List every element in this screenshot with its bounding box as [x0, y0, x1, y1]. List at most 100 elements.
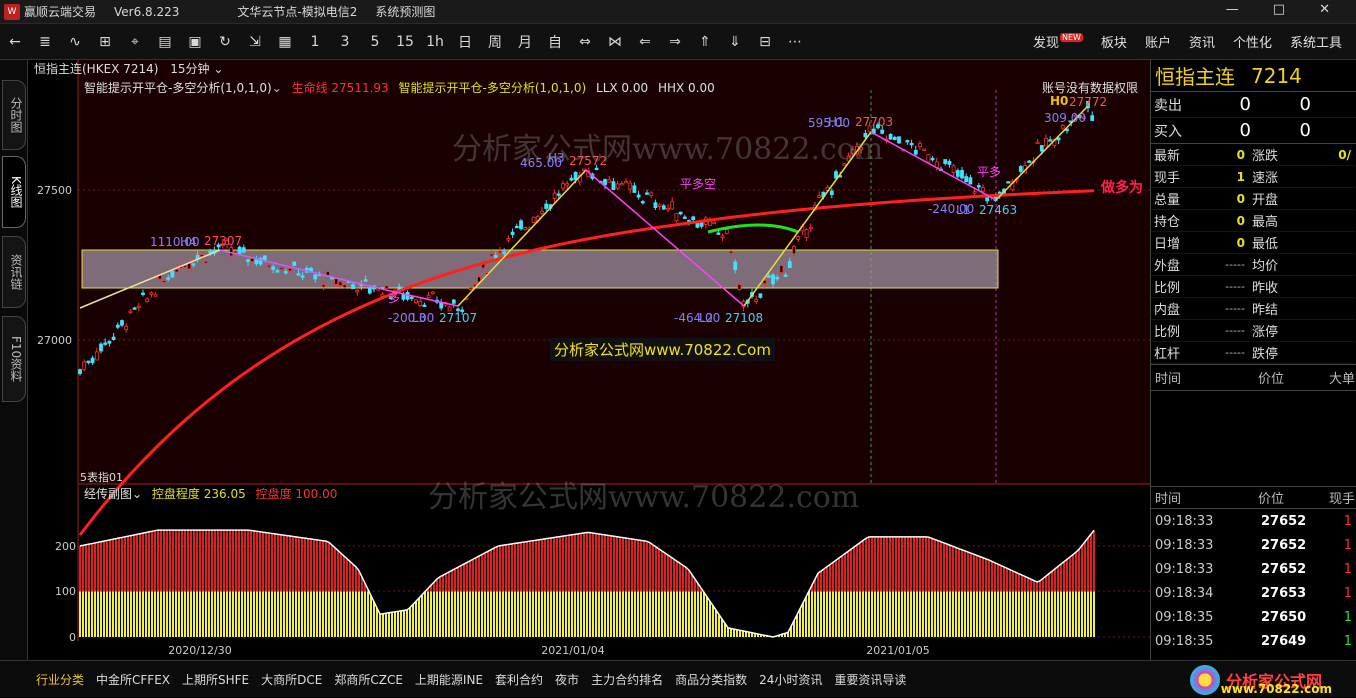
bid-volume: 0 — [1299, 120, 1311, 141]
market-tab-2[interactable]: 上期所SHFE — [182, 671, 249, 688]
candle-body — [162, 280, 166, 283]
tick-price: 27652 — [1260, 537, 1307, 553]
candle-body — [1035, 141, 1040, 145]
close-button[interactable]: ✕ — [1319, 2, 1330, 17]
market-tab-7[interactable]: 夜市 — [555, 671, 579, 688]
toolbar-item-2[interactable]: ∿ — [60, 28, 90, 56]
market-tab-0[interactable]: 行业分类 — [36, 671, 84, 688]
market-tab-5[interactable]: 上期能源INE — [415, 671, 483, 688]
candle-body — [275, 270, 280, 273]
market-tab-6[interactable]: 套利合约 — [495, 671, 543, 688]
annotation-label: H0 — [1050, 94, 1068, 108]
annotation-label: L2 — [699, 311, 713, 325]
toolbar-item-6[interactable]: ▣ — [180, 28, 210, 56]
system-menu[interactable]: 系统预测图 — [375, 3, 435, 20]
toolbar-item-25[interactable]: ⊟ — [750, 28, 780, 56]
quote-label-a: 比例 — [1151, 320, 1213, 342]
quote-code: 7214 — [1251, 63, 1302, 88]
annotation-label: L3 — [412, 311, 426, 325]
quote-value-b — [1301, 188, 1355, 210]
app-logo-icon: W — [4, 3, 20, 20]
toolbar-item-17[interactable]: 月 — [510, 28, 540, 56]
toolbar-item-11[interactable]: 3 — [330, 28, 360, 56]
toolbar-item-22[interactable]: ⇒ — [660, 28, 690, 56]
tab-news-chain[interactable]: 资讯链 — [2, 236, 26, 308]
toolbar-item-16[interactable]: 周 — [480, 28, 510, 56]
candle-body — [640, 201, 645, 204]
toolbar-item-24[interactable]: ⇓ — [720, 28, 750, 56]
candle-body — [451, 299, 456, 304]
candle-body — [960, 170, 964, 179]
quote-label-b: 均价 — [1249, 254, 1301, 276]
sub-indicator-name[interactable]: 经传副图 — [84, 487, 132, 501]
market-tab-9[interactable]: 商品分类指数 — [675, 671, 747, 688]
system-tools-button[interactable]: 系统工具 — [1290, 32, 1342, 51]
life-line-label: 生命线 — [291, 81, 328, 95]
candle-body — [426, 294, 431, 299]
toolbar-item-18[interactable]: 自 — [540, 28, 570, 56]
period-label[interactable]: 15分钟 — [170, 62, 209, 76]
tick-price: 27649 — [1260, 633, 1307, 649]
toolbar-item-20[interactable]: ⋈ — [600, 28, 630, 56]
market-tab-11[interactable]: 重要资讯导读 — [834, 671, 906, 688]
toolbar-item-13[interactable]: 15 — [390, 28, 420, 56]
toolbar-item-23[interactable]: ⇑ — [690, 28, 720, 56]
toolbar-item-19[interactable]: ⇔ — [570, 28, 600, 56]
sub-label-1: 控盘程度 — [151, 487, 200, 501]
sector-button[interactable]: 板块 — [1101, 32, 1127, 51]
candle-body — [283, 271, 288, 274]
toolbar-item-10[interactable]: 1 — [300, 28, 330, 56]
minimize-button[interactable]: — — [1226, 2, 1239, 17]
candle-body — [300, 275, 305, 278]
tick-time: 09:18:33 — [1155, 561, 1214, 577]
candle-body — [288, 268, 292, 272]
candle-body — [241, 247, 246, 253]
candle-body — [729, 251, 733, 254]
toolbar-item-1[interactable]: ≣ — [30, 28, 60, 56]
candle-body — [762, 280, 767, 284]
toolbar-item-8[interactable]: ⇲ — [240, 28, 270, 56]
tab-f10[interactable]: F10资料 — [2, 316, 26, 402]
candle-body — [766, 275, 771, 278]
candle-body — [897, 136, 901, 144]
toolbar-item-21[interactable]: ⇐ — [630, 28, 660, 56]
news-button[interactable]: 资讯 — [1189, 32, 1215, 51]
candle-body — [724, 229, 729, 234]
toolbar-item-9[interactable]: ▦ — [270, 28, 300, 56]
bid-row: 买入 0 0 — [1151, 118, 1356, 144]
candle-body — [82, 361, 87, 370]
sub-y-tick-label: 200 — [55, 540, 76, 553]
candle-body — [141, 292, 145, 295]
tab-kline[interactable]: K线图 — [2, 156, 26, 228]
toolbar-item-0[interactable]: ← — [0, 28, 30, 56]
tab-timeshare[interactable]: 分时图 — [2, 80, 26, 150]
personalize-button[interactable]: 个性化 — [1233, 32, 1272, 51]
account-button[interactable]: 账户 — [1145, 32, 1171, 51]
toolbar-item-12[interactable]: 5 — [360, 28, 390, 56]
toolbar-item-3[interactable]: ⊞ — [90, 28, 120, 56]
toolbar-item-14[interactable]: 1h — [420, 28, 450, 56]
maximize-button[interactable]: □ — [1273, 2, 1285, 17]
market-tab-1[interactable]: 中金所CFFEX — [96, 671, 170, 688]
candle-body — [414, 299, 418, 303]
market-tab-8[interactable]: 主力合约排名 — [591, 671, 663, 688]
candle-body — [796, 236, 801, 240]
market-tab-10[interactable]: 24小时资讯 — [759, 671, 822, 688]
candle-body — [771, 274, 775, 285]
toolbar-item-5[interactable]: ▤ — [150, 28, 180, 56]
toolbar-item-26[interactable]: ⋯ — [780, 28, 810, 56]
toolbar-item-7[interactable]: ↻ — [210, 28, 240, 56]
ask-volume: 0 — [1299, 94, 1311, 115]
indicator-name[interactable]: 智能提示开平仓-多空分析(1,0,1,0) — [84, 81, 272, 95]
toolbar-item-15[interactable]: 日 — [450, 28, 480, 56]
col-bigorder: 大单 — [1328, 372, 1355, 387]
candle-body — [367, 287, 372, 294]
quote-label-a: 现手 — [1151, 166, 1213, 188]
quote-value-b — [1301, 320, 1355, 342]
candle-body — [351, 284, 355, 290]
market-tabs: 行业分类 中金所CFFEX 上期所SHFE 大商所DCE 郑商所CZCE 上期能源INE 套… — [0, 660, 1356, 697]
market-tab-3[interactable]: 大商所DCE — [261, 671, 322, 688]
discover-button[interactable]: 发现 NEW — [1033, 32, 1083, 51]
market-tab-4[interactable]: 郑商所CZCE — [334, 671, 403, 688]
toolbar-item-4[interactable]: ⌖ — [120, 28, 150, 56]
